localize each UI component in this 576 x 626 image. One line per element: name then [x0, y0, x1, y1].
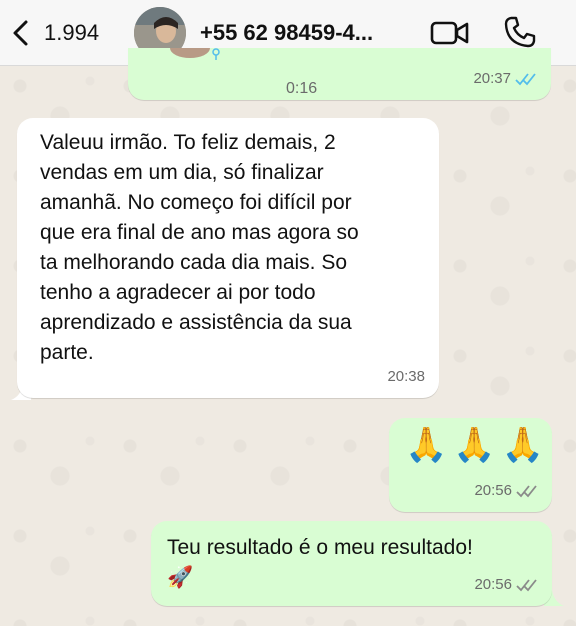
emoji-text: 🙏🙏🙏 [405, 426, 551, 464]
contact-name[interactable]: +55 62 98459-4... [200, 20, 373, 46]
message-text: Valeuu irmão. To feliz demais, 2 vendas … [40, 131, 359, 364]
outgoing-emoji-message[interactable]: 🙏🙏🙏 20:56 [389, 418, 552, 512]
audio-message[interactable]: 0:16 20:37 [128, 48, 551, 100]
message-text: Teu resultado é o meu resultado! [167, 536, 473, 559]
message-meta: 20:37 [473, 64, 537, 94]
message-time: 20:38 [387, 368, 425, 385]
outgoing-message[interactable]: Teu resultado é o meu resultado! 🚀 20:56 [151, 521, 552, 606]
incoming-message[interactable]: Valeuu irmão. To feliz demais, 2 vendas … [17, 118, 439, 398]
chevron-left-icon [13, 20, 28, 46]
audio-sender-avatar [168, 48, 228, 74]
video-call-icon[interactable] [430, 18, 470, 48]
delivered-ticks-icon [516, 579, 537, 592]
message-meta: 20:38 [387, 362, 425, 392]
delivered-ticks-icon [516, 485, 537, 498]
audio-duration: 0:16 [286, 80, 318, 97]
back-button[interactable]: 1.994 [10, 18, 120, 48]
message-time: 20:56 [474, 482, 512, 499]
message-time: 20:37 [473, 70, 511, 87]
read-ticks-icon [515, 73, 536, 86]
message-meta: 20:56 [474, 476, 538, 506]
unread-count: 1.994 [44, 20, 100, 45]
message-time: 20:56 [474, 576, 512, 593]
phone-call-icon[interactable] [503, 15, 537, 49]
message-meta: 20:56 [474, 570, 538, 600]
